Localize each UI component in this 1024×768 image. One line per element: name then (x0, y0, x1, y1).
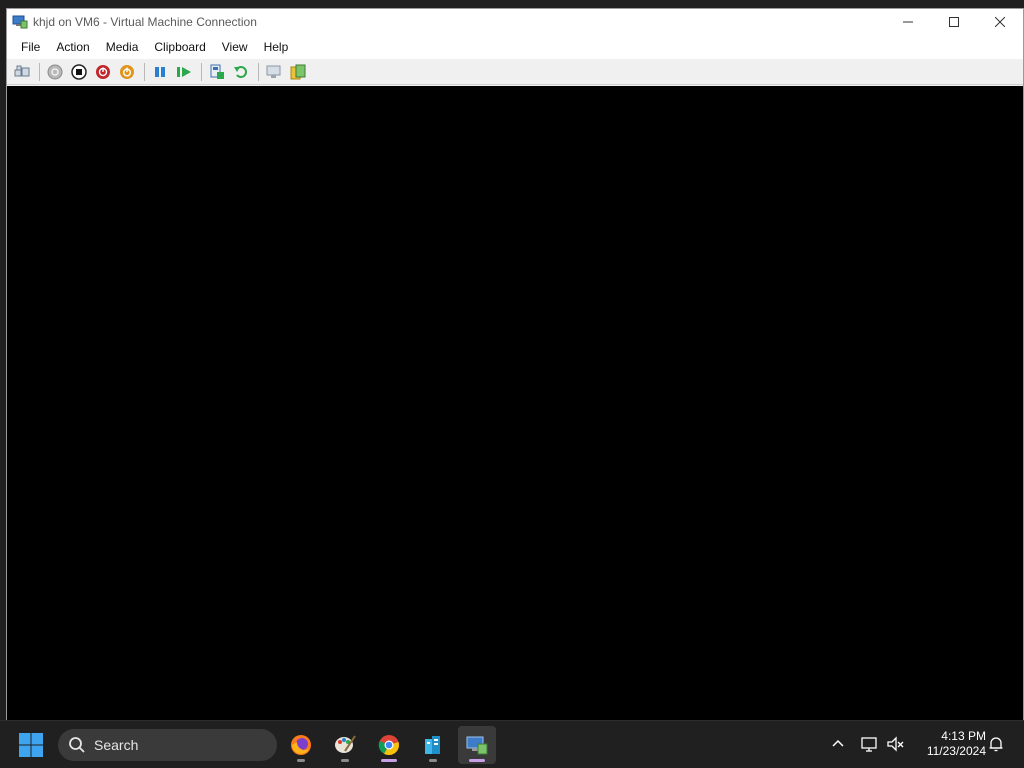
menu-action[interactable]: Action (48, 36, 97, 58)
running-indicator (469, 759, 485, 762)
maximize-button[interactable] (931, 9, 977, 35)
toolbar (7, 59, 1023, 85)
vm-connection-window: khjd on VM6 - Virtual Machine Connection… (6, 8, 1024, 720)
taskbar-app-paint[interactable] (326, 726, 364, 764)
taskbar-app-chrome[interactable] (370, 726, 408, 764)
show-hidden-icons-button[interactable] (829, 735, 847, 753)
ctrl-alt-del-button[interactable] (11, 61, 33, 83)
minimize-icon (903, 21, 913, 23)
menu-media[interactable]: Media (98, 36, 147, 58)
toolbar-separator (144, 62, 145, 81)
clock-time: 4:13 PM (941, 729, 986, 743)
toolbar-separator (201, 62, 202, 81)
save-button[interactable] (116, 61, 138, 83)
firefox-icon (291, 735, 311, 755)
taskbar-search-box[interactable]: Search (58, 729, 277, 761)
start-button[interactable] (44, 61, 66, 83)
windows-logo-icon (19, 733, 43, 757)
taskbar-app-vm-connection[interactable] (458, 726, 496, 764)
menu-help[interactable]: Help (256, 36, 297, 58)
paint-icon (335, 735, 356, 753)
maximize-icon (949, 17, 959, 27)
taskbar-app-hyper-v-manager[interactable] (414, 726, 452, 764)
checkpoint-icon (210, 64, 224, 79)
shut-down-button[interactable] (92, 61, 114, 83)
vm-connection-icon (466, 736, 488, 755)
running-indicator (297, 759, 305, 762)
hyper-v-manager-icon (425, 736, 440, 754)
save-icon (120, 64, 134, 79)
enhanced-session-icon (266, 65, 281, 78)
system-clock[interactable]: 4:13 PM 11/23/2024 (914, 729, 986, 759)
taskbar: Search 4:13 PM 11/23/2024 (0, 720, 1024, 768)
running-indicator (429, 759, 437, 762)
toolbar-separator (39, 62, 40, 81)
resume-icon (177, 66, 191, 77)
pause-icon (155, 66, 165, 77)
revert-button[interactable] (230, 61, 252, 83)
start-button-windows[interactable] (18, 732, 44, 758)
clock-date: 11/23/2024 (926, 744, 986, 758)
close-button[interactable] (977, 9, 1023, 35)
close-icon (995, 17, 1005, 27)
minimize-button[interactable] (885, 9, 931, 35)
enhanced-session-button[interactable] (263, 61, 285, 83)
shut-down-icon (96, 64, 110, 79)
menu-file[interactable]: File (13, 36, 48, 58)
volume-tray-button[interactable] (886, 735, 906, 753)
volume-muted-icon (887, 736, 904, 752)
share-icon (290, 64, 306, 79)
chrome-icon (378, 735, 399, 756)
title-bar[interactable]: khjd on VM6 - Virtual Machine Connection (7, 9, 1023, 35)
chevron-up-icon (832, 739, 844, 747)
toolbar-separator (258, 62, 259, 81)
resume-button[interactable] (173, 61, 195, 83)
search-label: Search (94, 737, 139, 753)
notifications-button[interactable] (987, 735, 1005, 753)
window-title: khjd on VM6 - Virtual Machine Connection (33, 15, 257, 29)
vm-display-area[interactable] (7, 86, 1023, 720)
network-tray-button[interactable] (860, 735, 880, 753)
running-indicator (341, 759, 349, 762)
search-icon (69, 737, 85, 753)
menu-view[interactable]: View (214, 36, 256, 58)
network-icon (861, 737, 877, 752)
taskbar-app-firefox[interactable] (282, 726, 320, 764)
vm-connection-icon (12, 15, 28, 29)
start-icon (47, 64, 63, 79)
share-button[interactable] (287, 61, 309, 83)
turn-off-icon (71, 63, 87, 80)
checkpoint-button[interactable] (206, 61, 228, 83)
ctrl-alt-del-icon (14, 65, 30, 76)
desktop: khjd on VM6 - Virtual Machine Connection… (0, 0, 1024, 768)
running-indicator (381, 759, 397, 762)
menu-bar: File Action Media Clipboard View Help (7, 35, 1023, 59)
pause-button[interactable] (149, 61, 171, 83)
bell-icon (989, 737, 1003, 752)
menu-clipboard[interactable]: Clipboard (146, 36, 213, 58)
turn-off-button[interactable] (68, 61, 90, 83)
revert-icon (234, 65, 247, 78)
